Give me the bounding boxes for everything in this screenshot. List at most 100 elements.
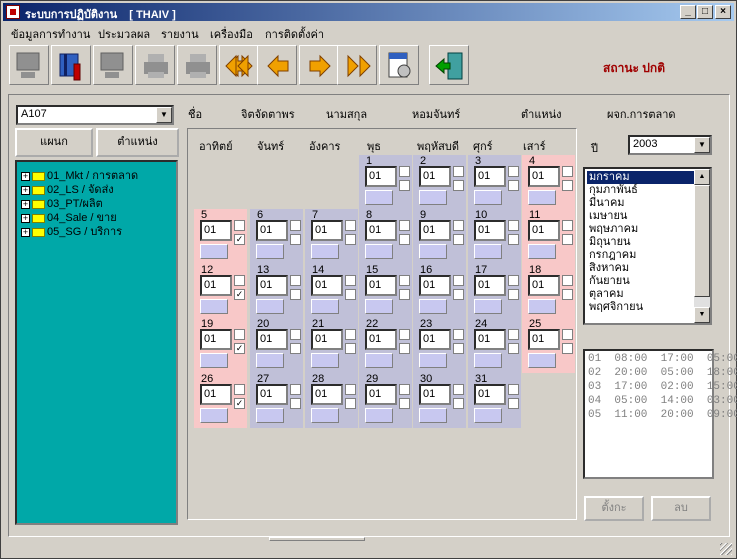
holiday-checkbox[interactable] [345, 398, 356, 409]
day-detail-button[interactable] [419, 244, 447, 259]
day-cell[interactable]: 25 01 [522, 318, 575, 373]
day-detail-button[interactable] [474, 190, 502, 205]
day-checkbox[interactable] [345, 384, 356, 395]
day-checkbox[interactable] [453, 329, 464, 340]
day-checkbox[interactable] [234, 275, 245, 286]
holiday-checkbox[interactable] [453, 180, 464, 191]
day-cell[interactable]: 30 01 [413, 373, 466, 428]
holiday-checkbox[interactable] [290, 343, 301, 354]
holiday-checkbox[interactable] [453, 343, 464, 354]
shift-code-field[interactable]: 01 [419, 329, 451, 350]
holiday-checkbox[interactable] [508, 343, 519, 354]
holiday-checkbox[interactable] [345, 234, 356, 245]
day-cell[interactable]: 5 01 ✓ [194, 209, 247, 264]
holiday-checkbox[interactable] [508, 398, 519, 409]
department-button[interactable]: แผนก [15, 128, 93, 157]
holiday-checkbox[interactable] [290, 289, 301, 300]
shift-code-field[interactable]: 01 [365, 384, 397, 405]
day-checkbox[interactable] [453, 166, 464, 177]
shift-code-field[interactable]: 01 [528, 275, 560, 296]
day-cell[interactable]: 23 01 [413, 318, 466, 373]
shift-code-field[interactable]: 01 [311, 220, 343, 241]
day-checkbox[interactable] [453, 275, 464, 286]
day-checkbox[interactable] [399, 220, 410, 231]
holiday-checkbox[interactable] [562, 343, 573, 354]
holiday-checkbox[interactable] [508, 180, 519, 191]
holiday-checkbox[interactable] [399, 289, 410, 300]
day-detail-button[interactable] [200, 353, 228, 368]
day-checkbox[interactable] [508, 329, 519, 340]
day-detail-button[interactable] [474, 408, 502, 423]
shift-code-field[interactable]: 01 [311, 275, 343, 296]
day-checkbox[interactable] [562, 329, 573, 340]
day-detail-button[interactable] [200, 408, 228, 423]
day-detail-button[interactable] [256, 299, 284, 314]
day-checkbox[interactable] [345, 329, 356, 340]
day-detail-button[interactable] [256, 353, 284, 368]
day-cell[interactable]: 18 01 [522, 264, 575, 319]
month-item[interactable]: มีนาคม [587, 197, 694, 210]
month-list[interactable]: มกราคม กุมภาพันธ์ มีนาคม เมษายน พฤษภาคม มิถุน… [583, 167, 712, 325]
tree-item[interactable]: +03_PT/ผลิต [21, 194, 103, 210]
day-cell[interactable]: 8 01 [359, 209, 412, 264]
day-detail-button[interactable] [528, 299, 556, 314]
day-checkbox[interactable] [345, 275, 356, 286]
close-button[interactable]: × [715, 5, 731, 19]
day-checkbox[interactable] [290, 329, 301, 340]
day-detail-button[interactable] [311, 299, 339, 314]
day-detail-button[interactable] [256, 408, 284, 423]
day-cell[interactable]: 12 01 ✓ [194, 264, 247, 319]
new-record-button[interactable] [9, 45, 49, 85]
tree-item[interactable]: +02_LS / จัดส่ง [21, 180, 114, 196]
day-cell[interactable]: 4 01 [522, 155, 575, 210]
day-cell[interactable]: 27 01 [250, 373, 303, 428]
month-item[interactable]: พฤษภาคม [587, 223, 694, 236]
day-cell[interactable]: 22 01 [359, 318, 412, 373]
month-item[interactable]: มิถุนายน [587, 236, 694, 249]
day-detail-button[interactable] [311, 244, 339, 259]
day-detail-button[interactable] [528, 353, 556, 368]
holiday-checkbox[interactable] [399, 234, 410, 245]
day-detail-button[interactable] [528, 190, 556, 205]
day-checkbox[interactable] [562, 220, 573, 231]
day-checkbox[interactable] [234, 384, 245, 395]
shift-code-field[interactable]: 01 [419, 220, 451, 241]
month-item[interactable]: กุมภาพันธ์ [587, 184, 694, 197]
shift-code-field[interactable]: 01 [256, 329, 288, 350]
minimize-button[interactable]: _ [680, 5, 696, 19]
month-item[interactable]: ตุลาคม [587, 288, 694, 301]
day-checkbox[interactable] [453, 384, 464, 395]
menu-data[interactable]: ข้อมูลการทำงาน [11, 25, 90, 43]
scroll-down-icon[interactable]: ▼ [694, 307, 710, 323]
day-cell[interactable]: 6 01 [250, 209, 303, 264]
shift-code-field[interactable]: 01 [200, 384, 232, 405]
shift-item[interactable]: 03 17:00 02:00 15:00 [588, 381, 737, 393]
month-item[interactable]: กรกฎาคม [587, 249, 694, 262]
day-detail-button[interactable] [311, 353, 339, 368]
day-cell[interactable]: 29 01 [359, 373, 412, 428]
shift-code-field[interactable]: 01 [365, 329, 397, 350]
employee-combo[interactable]: A107 ▼ [16, 105, 174, 125]
day-checkbox[interactable] [399, 329, 410, 340]
day-cell[interactable]: 13 01 [250, 264, 303, 319]
holiday-checkbox[interactable] [290, 234, 301, 245]
day-checkbox[interactable] [399, 384, 410, 395]
day-cell[interactable]: 11 01 [522, 209, 575, 264]
maximize-button[interactable]: □ [697, 5, 713, 19]
menu-settings[interactable]: การติดตั้งค่า [265, 25, 324, 43]
day-checkbox[interactable] [399, 166, 410, 177]
shift-code-field[interactable]: 01 [200, 329, 232, 350]
day-detail-button[interactable] [419, 408, 447, 423]
holiday-checkbox[interactable] [345, 343, 356, 354]
day-detail-button[interactable] [474, 353, 502, 368]
year-combo[interactable]: 2003 ▼ [628, 135, 712, 155]
set-shift-button[interactable]: ตั้งกะ [584, 496, 644, 521]
day-detail-button[interactable] [419, 353, 447, 368]
splitter[interactable] [269, 537, 365, 541]
day-checkbox[interactable] [508, 220, 519, 231]
edit-record-button[interactable] [51, 45, 91, 85]
month-item[interactable]: พฤศจิกายน [587, 301, 694, 314]
chevron-down-icon[interactable]: ▼ [694, 137, 710, 153]
holiday-checkbox[interactable] [345, 289, 356, 300]
shift-code-field[interactable]: 01 [474, 384, 506, 405]
